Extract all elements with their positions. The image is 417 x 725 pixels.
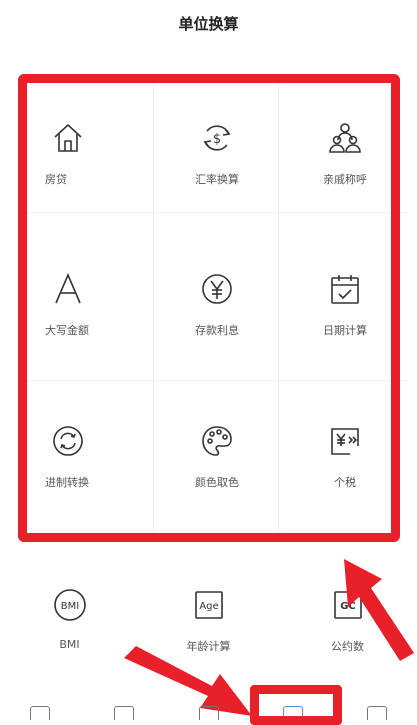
svg-text:Age: Age xyxy=(199,601,218,612)
nav-tab[interactable] xyxy=(367,706,387,720)
age-icon: Age xyxy=(192,588,226,622)
nav-tab[interactable] xyxy=(114,706,135,720)
bottom-nav xyxy=(0,704,417,720)
nav-tab[interactable] xyxy=(30,706,50,720)
header: 单位换算 xyxy=(0,0,417,46)
nav-highlight-box xyxy=(250,685,342,725)
bmi-icon: BMI xyxy=(53,588,87,622)
highlight-box xyxy=(18,74,400,542)
annotation-arrow xyxy=(344,559,414,661)
svg-text:BMI: BMI xyxy=(60,601,78,612)
grid-item-label: BMI xyxy=(59,638,80,651)
page-title: 单位换算 xyxy=(178,14,239,33)
nav-tab[interactable] xyxy=(198,706,219,720)
grid-item-bmi[interactable]: BMI BMI xyxy=(0,570,139,680)
